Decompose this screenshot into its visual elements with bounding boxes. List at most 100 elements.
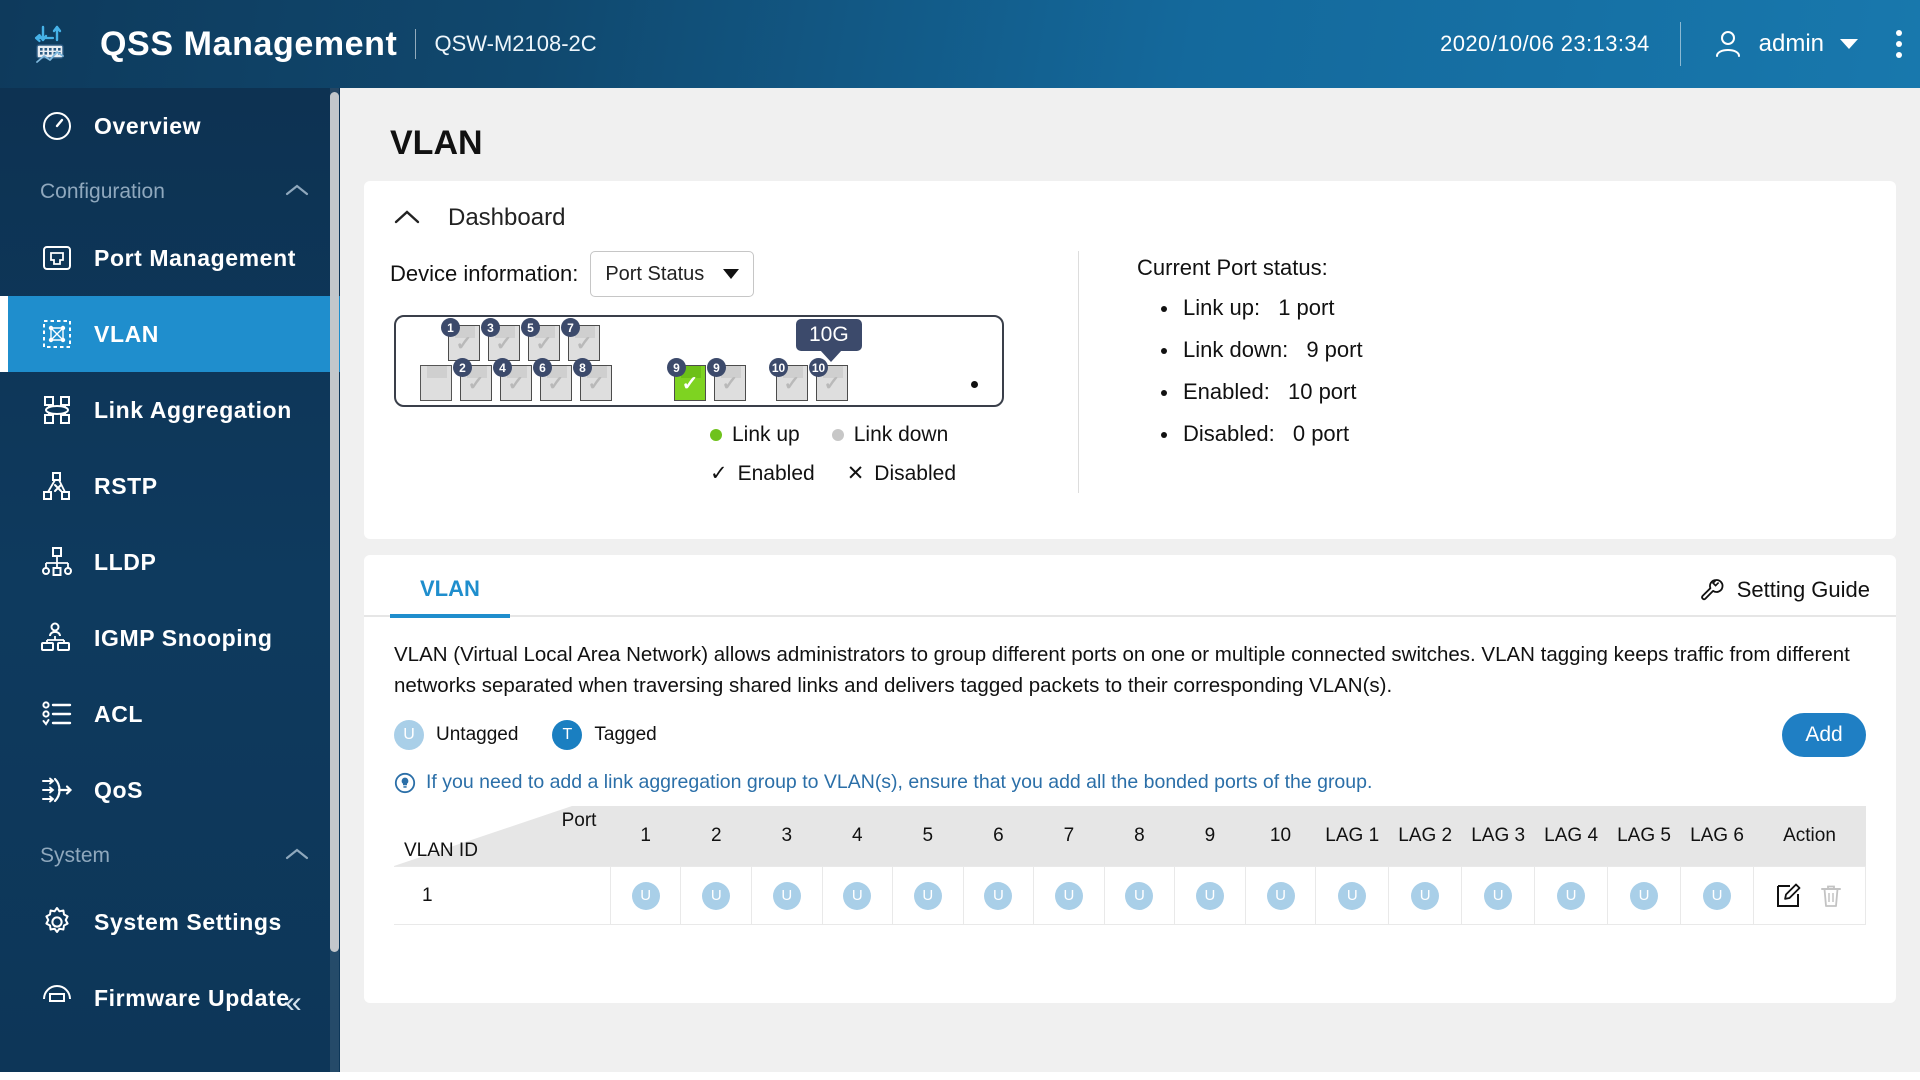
collapse-left-icon[interactable]: «: [285, 988, 302, 1018]
cell-port-9[interactable]: U: [1174, 866, 1246, 925]
untagged-badge-icon: U: [1054, 881, 1083, 910]
sidebar-item-link-aggregation[interactable]: Link Aggregation: [0, 372, 340, 448]
chevron-down-icon[interactable]: [1840, 39, 1858, 49]
cell-port-5[interactable]: U: [892, 866, 964, 925]
untagged-badge-icon: U: [772, 881, 801, 910]
port-number: 2: [453, 358, 472, 377]
bottom-scrollbar-strip[interactable]: [0, 1072, 1920, 1080]
sidebar-item-qos[interactable]: QoS: [0, 752, 340, 828]
sidebar-item-acl[interactable]: ACL: [0, 676, 340, 752]
port-9-sfp[interactable]: 9 ✓: [667, 358, 706, 401]
port-8[interactable]: 8 ✓: [573, 358, 612, 401]
sidebar-item-label: System Settings: [94, 908, 282, 935]
legend-untagged: U Untagged: [394, 720, 518, 750]
col-header-lag-1: LAG 1: [1315, 806, 1389, 867]
sidebar-group-configuration[interactable]: Configuration: [0, 164, 340, 220]
untagged-badge-icon: U: [394, 720, 424, 750]
untagged-badge-icon: U: [1411, 881, 1440, 910]
setting-guide-label: Setting Guide: [1736, 577, 1870, 602]
user-icon: [1711, 27, 1745, 61]
cell-port-4[interactable]: U: [822, 866, 894, 925]
port-5[interactable]: 5 ✓: [521, 318, 560, 361]
untagged-badge-icon: U: [1557, 881, 1586, 910]
status-value: 1 port: [1278, 295, 1335, 320]
port-9-combo[interactable]: 9 ✓: [707, 358, 746, 401]
status-enabled: Enabled: 10 port: [1161, 379, 1363, 405]
cell-port-7[interactable]: U: [1033, 866, 1105, 925]
port-7[interactable]: 7 ✓: [561, 318, 600, 361]
legend-link-down: Link down: [831, 423, 948, 447]
add-button[interactable]: Add: [1782, 713, 1866, 757]
cell-lag-3[interactable]: U: [1461, 866, 1536, 925]
trash-icon[interactable]: [1819, 883, 1843, 909]
sidebar-scrollbar[interactable]: [330, 88, 339, 1080]
port-number: 9: [707, 358, 726, 377]
cell-port-3[interactable]: U: [751, 866, 823, 925]
cell-lag-2[interactable]: U: [1388, 866, 1463, 925]
col-header-port-9: 9: [1174, 806, 1246, 867]
cell-lag-1[interactable]: U: [1315, 866, 1390, 925]
device-model-label: QSW-M2108-2C: [434, 31, 597, 56]
port-row-bottom: 2 ✓ 4 ✓ 6 ✓ 8 ✓ 9 ✓ 9 ✓ 10 ✓ 10 ✓: [420, 358, 848, 401]
device-information-row: Device information: Port Status: [390, 251, 1054, 297]
cell-lag-4[interactable]: U: [1534, 866, 1609, 925]
port-number: 7: [561, 318, 580, 337]
gear-icon: [40, 905, 86, 939]
sidebar-item-label: VLAN: [94, 320, 160, 347]
legend-enabled: ✓ Enabled: [710, 461, 815, 486]
sidebar-scrollbar-thumb[interactable]: [330, 92, 339, 952]
kebab-menu-icon[interactable]: [1896, 30, 1902, 58]
device-information-select[interactable]: Port Status: [590, 251, 755, 297]
firmware-update-icon: [40, 981, 86, 1015]
port-2[interactable]: 2 ✓: [453, 358, 492, 401]
header-right-group: 2020/10/06 23:13:34 admin: [1440, 0, 1920, 88]
vlan-tabbar: VLAN Setting Guide: [364, 555, 1896, 618]
port-1[interactable]: 1 ✓: [441, 318, 480, 361]
sidebar-item-rstp[interactable]: RSTP: [0, 448, 340, 524]
col-header-port-4: 4: [822, 806, 893, 867]
link-up-dot-icon: [710, 429, 722, 441]
sidebar-item-label: ACL: [94, 700, 144, 727]
dashboard-header[interactable]: Dashboard: [364, 203, 1896, 233]
edit-pencil-icon[interactable]: [1775, 883, 1801, 909]
port-10-combo[interactable]: 10 ✓: [809, 358, 848, 401]
cell-port-6[interactable]: U: [963, 866, 1035, 925]
sidebar-item-label: Link Aggregation: [94, 396, 292, 423]
port-6[interactable]: 6 ✓: [533, 358, 572, 401]
cell-port-8[interactable]: U: [1104, 866, 1176, 925]
setting-guide-button[interactable]: Setting Guide: [1699, 577, 1870, 615]
cell-port-10[interactable]: U: [1245, 866, 1317, 925]
cell-action: [1753, 866, 1867, 925]
igmp-snooping-icon: [40, 621, 86, 655]
sidebar-item-overview[interactable]: Overview: [0, 88, 340, 164]
cell-lag-5[interactable]: U: [1607, 866, 1682, 925]
chevron-up-icon[interactable]: [392, 203, 422, 233]
app-brand-title: QSS Management: [100, 24, 398, 63]
speedometer-icon: [40, 109, 86, 143]
port-10-sfp[interactable]: 10 ✓: [769, 358, 808, 401]
panel-indicator-dot: [971, 381, 978, 388]
port-number: 3: [481, 318, 500, 337]
link-down-dot-icon: [831, 429, 844, 441]
app-header: QSS Management QSW-M2108-2C 2020/10/06 2…: [0, 0, 1920, 88]
sidebar-item-igmp-snooping[interactable]: IGMP Snooping: [0, 600, 340, 676]
sidebar-item-port-management[interactable]: Port Management: [0, 220, 340, 296]
current-port-status-title: Current Port status:: [1137, 255, 1328, 280]
cell-lag-6[interactable]: U: [1680, 866, 1754, 925]
port-4[interactable]: 4 ✓: [493, 358, 532, 401]
legend-row-link: Link up Link down: [710, 423, 1054, 447]
username-label[interactable]: admin: [1759, 30, 1824, 58]
vlan-table-body: 1 U U U U U U U U U U U U U U U U: [394, 866, 1867, 925]
sidebar-group-system[interactable]: System: [0, 828, 340, 884]
port-3[interactable]: 3 ✓: [481, 318, 520, 361]
qss-logo: [0, 21, 100, 67]
cell-port-2[interactable]: U: [680, 866, 753, 925]
ethernet-port-icon: [40, 241, 86, 275]
tab-vlan[interactable]: VLAN: [390, 576, 510, 618]
table-row[interactable]: 1 U U U U U U U U U U U U U U U U: [394, 866, 1867, 925]
cell-port-1[interactable]: U: [610, 866, 682, 925]
sidebar-item-lldp[interactable]: LLDP: [0, 524, 340, 600]
status-link-up: Link up: 1 port: [1161, 295, 1363, 321]
sidebar-item-system-settings[interactable]: System Settings: [0, 884, 340, 960]
sidebar-item-vlan[interactable]: VLAN: [0, 296, 340, 372]
